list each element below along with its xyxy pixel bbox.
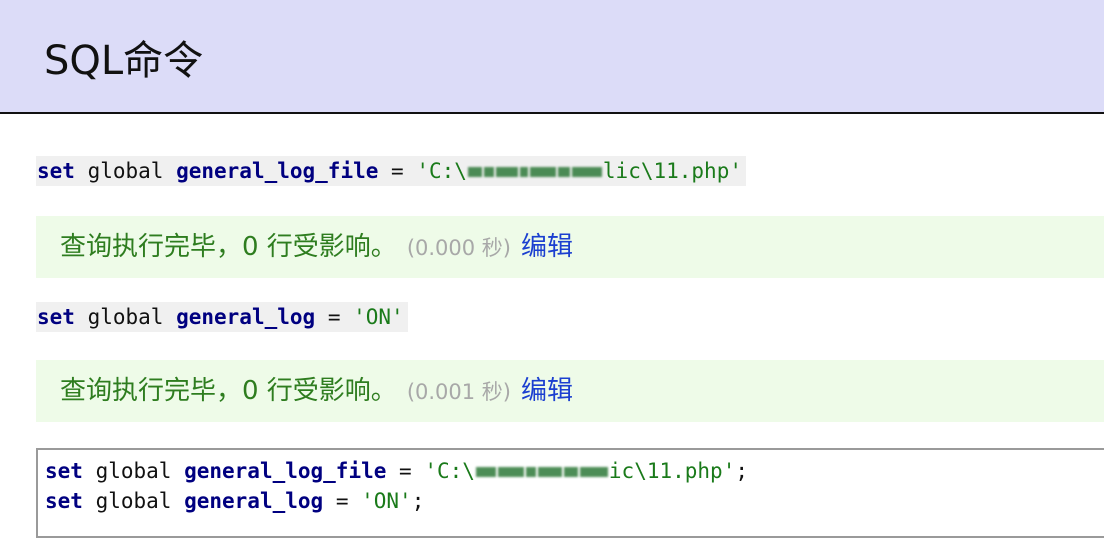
- sql-variable: general_log: [176, 305, 316, 329]
- sql-keyword: set: [37, 305, 75, 329]
- sql-string: 'ON': [361, 489, 412, 513]
- sql-operator: =: [315, 305, 354, 329]
- query-result-1: 查询执行完毕，0 行受影响。 (0.000 秒) 编辑: [36, 216, 1104, 278]
- sql-operator: =: [378, 159, 417, 183]
- page-title: SQL命令: [44, 38, 204, 84]
- sql-string-start: 'C:\: [424, 459, 475, 483]
- execution-time: (0.000 秒): [406, 236, 511, 260]
- sql-keyword: set: [45, 489, 83, 513]
- sql-variable: general_log_file: [184, 459, 387, 483]
- result-message: 查询执行完毕，0 行受影响。: [60, 376, 397, 406]
- sql-string-end: lic\11.php': [602, 159, 742, 183]
- sql-editor[interactable]: set global general_log_file = 'C:\ ic\11.…: [36, 448, 1104, 538]
- editor-line-2: set global general_log = 'ON';: [45, 486, 1104, 516]
- sql-text: global: [74, 305, 177, 329]
- result-message: 查询执行完毕，0 行受影响。: [60, 232, 397, 262]
- edit-link[interactable]: 编辑: [521, 232, 573, 262]
- sql-terminator: ;: [735, 459, 748, 483]
- edit-link[interactable]: 编辑: [521, 376, 573, 406]
- redacted-path: [467, 159, 603, 183]
- history-query-2: set global general_log = 'ON': [36, 302, 408, 332]
- sql-keyword: set: [37, 159, 75, 183]
- editor-line-1: set global general_log_file = 'C:\ ic\11.…: [45, 456, 1104, 486]
- sql-text: global: [82, 489, 185, 513]
- execution-time: (0.001 秒): [406, 380, 511, 404]
- history-query-1: set global general_log_file = 'C:\ lic\11…: [36, 156, 746, 186]
- sql-text: global: [82, 459, 185, 483]
- sql-string-end: ic\11.php': [608, 459, 736, 483]
- query-result-2: 查询执行完毕，0 行受影响。 (0.001 秒) 编辑: [36, 360, 1104, 422]
- sql-operator: =: [323, 489, 362, 513]
- page-header: SQL命令: [0, 0, 1104, 114]
- sql-operator: =: [386, 459, 425, 483]
- redacted-path: [475, 459, 609, 483]
- sql-variable: general_log: [184, 489, 324, 513]
- sql-string: 'ON': [353, 305, 404, 329]
- sql-string-start: 'C:\: [416, 159, 467, 183]
- sql-terminator: ;: [411, 489, 425, 513]
- sql-variable: general_log_file: [176, 159, 379, 183]
- sql-text: global: [74, 159, 177, 183]
- sql-keyword: set: [45, 459, 83, 483]
